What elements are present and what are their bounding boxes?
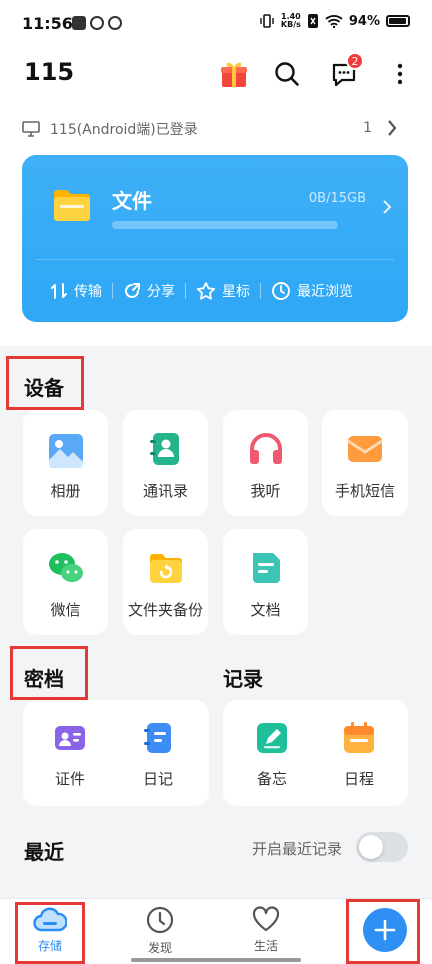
status-time: 11:56 [22, 14, 73, 33]
memo-item[interactable]: 备忘 [225, 700, 319, 806]
action-separator [112, 283, 113, 299]
monitor-icon [22, 121, 40, 137]
app-title: 115 [24, 58, 75, 86]
home-indicator [131, 958, 301, 962]
app-header: 115 2 [0, 46, 432, 102]
vault-title: 密档 [24, 667, 64, 691]
file-title: 文件 [112, 189, 152, 213]
star-icon [196, 282, 216, 300]
nav-discover[interactable]: 发现 [130, 905, 190, 956]
recent-title: 最近 [24, 840, 64, 864]
file-actions: 传输 分享 星标 最近浏览 [22, 277, 408, 305]
contacts-tile[interactable]: 通讯录 [123, 410, 208, 516]
recent-toggle-label: 开启最近记录 [251, 840, 342, 858]
card-divider [36, 259, 394, 260]
storage-progress-bar [112, 221, 338, 229]
vibrate-icon [260, 14, 274, 28]
transfer-icon [51, 283, 67, 299]
schedule-item[interactable]: 日程 [312, 700, 406, 806]
chevron-right-icon [388, 120, 397, 136]
calendar-icon [344, 722, 374, 753]
nav-storage[interactable]: 存储 [20, 905, 80, 954]
records-title: 记录 [223, 667, 263, 691]
recent-browse-button[interactable]: 最近浏览 [271, 281, 353, 301]
folder-backup-icon [149, 554, 182, 583]
sms-envelope-icon [347, 436, 383, 462]
diary-icon [144, 723, 171, 753]
documents-tile[interactable]: 文档 [223, 529, 308, 635]
star-button[interactable]: 星标 [196, 281, 250, 301]
search-button[interactable] [269, 56, 305, 92]
login-status-text: 115(Android端)已登录 [50, 122, 198, 138]
memo-icon [257, 723, 287, 753]
document-icon [252, 553, 280, 583]
more-button[interactable] [382, 56, 418, 92]
more-vertical-icon [397, 63, 403, 85]
id-card-icon [55, 726, 85, 750]
storage-quota: 0B/15GB [308, 191, 366, 206]
network-speed: 1.40 KB/s [280, 12, 301, 29]
wifi-icon [325, 15, 343, 28]
battery-percent: 94% [348, 13, 380, 29]
clock-icon [272, 282, 290, 300]
messages-button[interactable]: 2 [326, 52, 364, 92]
gift-icon [221, 62, 247, 87]
wechat-icon [48, 553, 83, 582]
top-section: 115(Android端)已登录 1 文件 0B/15GB 传输 分享 星标 最… [0, 102, 432, 346]
toggle-knob [359, 835, 383, 859]
status-right: 1.40 KB/s 94% [259, 13, 410, 29]
folder-icon [54, 190, 90, 221]
login-status-row[interactable]: 115(Android端)已登录 1 [22, 116, 410, 142]
wechat-tile[interactable]: 微信 [23, 529, 108, 635]
id-card-item[interactable]: 证件 [23, 700, 117, 806]
diary-item[interactable]: 日记 [111, 700, 205, 806]
action-separator [185, 283, 186, 299]
status-bar: 11:56 1.40 KB/s 94% [0, 0, 432, 46]
vault-panel: 证件 日记 [23, 700, 209, 806]
message-badge: 2 [346, 52, 364, 70]
share-button[interactable]: 分享 [123, 281, 175, 301]
nav-life[interactable]: 生活 [236, 905, 296, 954]
photo-album-icon [48, 434, 83, 468]
login-device-count: 1 [363, 120, 372, 136]
chevron-right-icon [383, 200, 392, 214]
contacts-icon [149, 433, 179, 465]
headphones-icon [249, 433, 282, 464]
plus-icon [374, 919, 396, 941]
compass-clock-icon [146, 906, 174, 934]
sim-icon [307, 14, 318, 28]
album-tile[interactable]: 相册 [23, 410, 108, 516]
sync-icon [90, 16, 104, 30]
folder-backup-tile[interactable]: 文件夹备份 [123, 529, 208, 635]
notification-icons [72, 16, 122, 30]
listen-tile[interactable]: 我听 [223, 410, 308, 516]
cloud-icon [33, 907, 67, 932]
share-icon [125, 283, 140, 298]
gift-button[interactable] [216, 56, 252, 92]
records-panel: 备忘 日程 [223, 700, 408, 806]
search-icon [275, 62, 299, 86]
recent-toggle[interactable] [356, 832, 408, 862]
add-button[interactable] [363, 908, 407, 952]
sms-tile[interactable]: 手机短信 [322, 410, 408, 516]
transfer-button[interactable]: 传输 [50, 281, 102, 301]
app-icon [108, 16, 122, 30]
tiktok-icon [72, 16, 86, 30]
heart-icon [252, 906, 280, 932]
file-card[interactable]: 文件 0B/15GB 传输 分享 星标 最近浏览 [22, 155, 408, 322]
action-separator [260, 283, 261, 299]
devices-title: 设备 [24, 376, 64, 400]
battery-icon [386, 15, 410, 27]
